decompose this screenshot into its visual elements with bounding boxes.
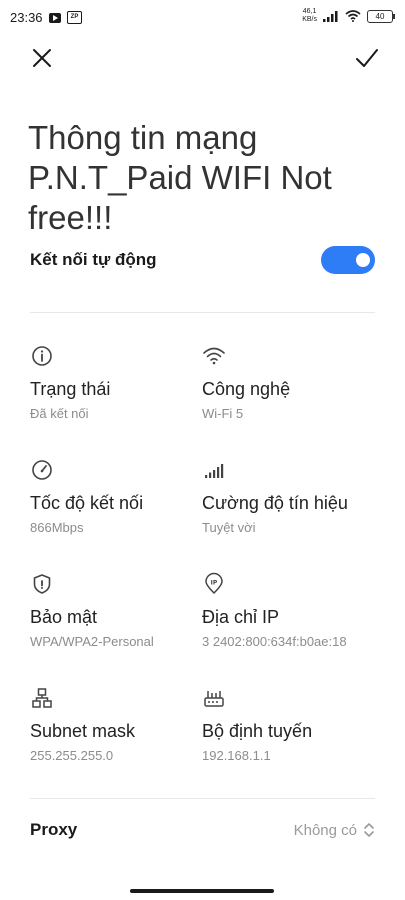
divider (30, 312, 375, 313)
proxy-select[interactable]: Không có (294, 821, 375, 839)
page-title: Thông tin mạng P.N.T_Paid WIFI Not free!… (28, 119, 332, 237)
signal-icon (323, 10, 338, 22)
security-value: WPA/WPA2-Personal (30, 634, 154, 649)
status-time: 23:36 (10, 10, 43, 25)
router-label: Bộ định tuyến (202, 721, 313, 741)
info-security: Bảo mật WPA/WPA2-Personal (30, 572, 205, 649)
net-speed: 46,1 KB/s (302, 8, 317, 24)
notification-icons: ZP (49, 11, 82, 24)
info-status: Trạng thái Đã kết nối (30, 344, 205, 421)
home-indicator[interactable] (130, 889, 274, 893)
status-label: Trạng thái (30, 379, 111, 399)
signal-icon (205, 464, 224, 478)
status-right-icons: 46,1 KB/s 40 (302, 8, 395, 24)
status-value: Đã kết nối (30, 406, 89, 421)
info-signal-strength: Cường độ tín hiệu Tuyệt vời (202, 458, 377, 535)
ip-location-icon: IP (205, 572, 223, 594)
close-button[interactable] (28, 44, 56, 72)
svg-text:IP: IP (211, 580, 218, 587)
divider (30, 798, 375, 799)
close-icon (33, 49, 51, 67)
net-speed-value: 46,1 (302, 8, 317, 15)
info-ip-address: IP Địa chỉ IP 3 2402:800:634f:b0ae:18 (202, 572, 377, 649)
info-router: Bộ định tuyến 192.168.1.1 (202, 686, 377, 763)
info-subnet-mask: Subnet mask 255.255.255.0 (30, 686, 205, 763)
network-tree-icon (32, 688, 52, 708)
info-icon (32, 346, 52, 366)
speedometer-icon (32, 460, 52, 480)
subnet-mask-value: 255.255.255.0 (30, 748, 114, 763)
check-icon (356, 49, 378, 67)
ip-address-value: 3 2402:800:634f:b0ae:18 (202, 634, 347, 649)
signal-strength-label: Cường độ tín hiệu (202, 493, 348, 513)
router-value: 192.168.1.1 (202, 748, 271, 763)
link-speed-value: 866Mbps (30, 520, 84, 535)
wifi-network-info-screen: 23:36 ZP 46,1 KB/s 40 Thông tin mạng P.N… (0, 0, 405, 900)
subnet-mask-label: Subnet mask (30, 721, 136, 741)
chevron-up-down-icon (364, 823, 374, 837)
battery-icon: 40 (367, 9, 395, 23)
status-bar: 23:36 ZP 46,1 KB/s 40 (0, 0, 405, 36)
technology-value: Wi-Fi 5 (202, 406, 244, 421)
info-link-speed: Tốc độ kết nối 866Mbps (30, 458, 205, 535)
security-label: Bảo mật (30, 607, 98, 627)
youtube-icon (49, 12, 61, 23)
auto-connect-toggle[interactable] (321, 246, 375, 274)
auto-connect-label: Kết nối tự động (30, 250, 157, 269)
net-speed-unit: KB/s (302, 16, 317, 23)
proxy-row[interactable]: Proxy Không có (30, 812, 375, 848)
shield-icon (33, 574, 51, 594)
technology-label: Công nghệ (202, 379, 291, 399)
zp-icon: ZP (67, 11, 82, 24)
proxy-label: Proxy (30, 820, 78, 839)
router-icon (204, 691, 224, 707)
confirm-button[interactable] (353, 44, 381, 72)
signal-strength-value: Tuyệt vời (202, 520, 256, 535)
proxy-value: Không có (293, 821, 357, 839)
wifi-icon (345, 10, 361, 22)
link-speed-label: Tốc độ kết nối (30, 493, 144, 513)
ip-address-label: Địa chỉ IP (202, 607, 280, 627)
auto-connect-row: Kết nối tự động (30, 240, 375, 280)
info-technology: Công nghệ Wi-Fi 5 (202, 344, 377, 421)
wifi-icon (203, 347, 225, 365)
toggle-knob (356, 253, 370, 267)
